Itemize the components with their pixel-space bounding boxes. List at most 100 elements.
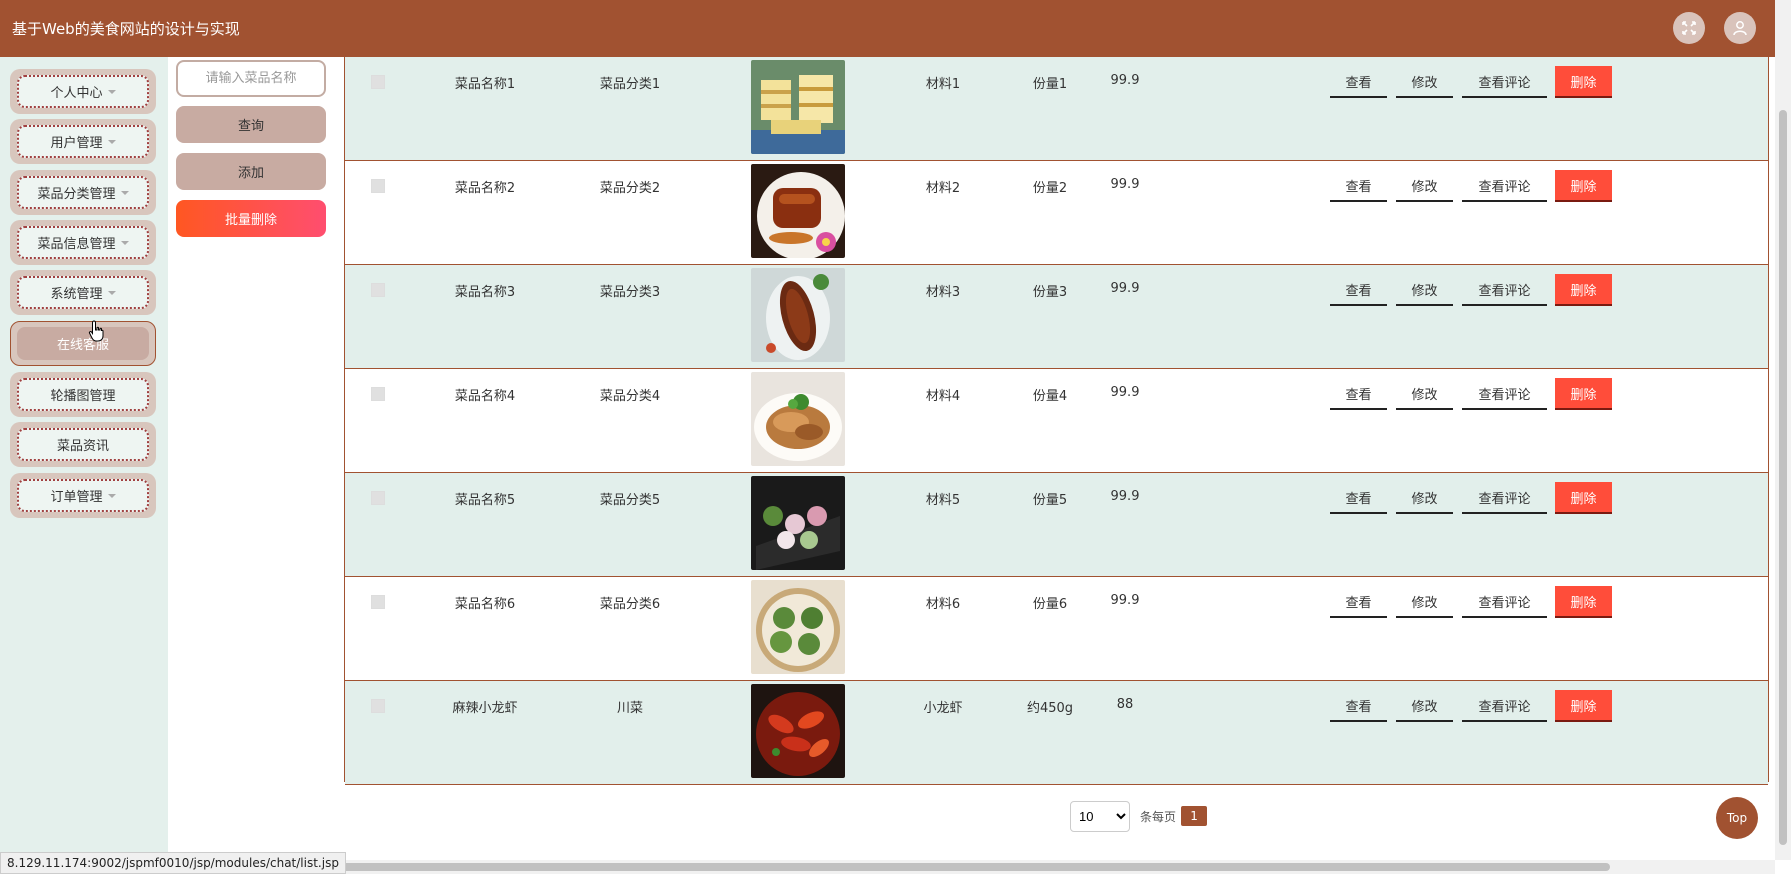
view-button[interactable]: 查看	[1330, 378, 1387, 410]
delete-button[interactable]: 删除	[1555, 274, 1612, 306]
dish-name: 麻辣小龙虾	[452, 701, 518, 716]
per-page-label: 条每页	[1140, 809, 1177, 824]
scrollbar-thumb[interactable]	[1779, 110, 1787, 845]
dish-price: 99.9	[1110, 489, 1140, 504]
sidebar-item-dish-category[interactable]: 菜品分类管理	[10, 170, 156, 215]
row-checkbox[interactable]	[371, 491, 385, 505]
fullscreen-icon[interactable]	[1673, 12, 1705, 44]
view-reviews-button[interactable]: 查看评论	[1462, 274, 1547, 306]
dish-material: 材料4	[925, 389, 961, 404]
dish-name: 菜品名称3	[454, 285, 516, 300]
status-bar-url: 8.129.11.174:9002/jspmf0010/jsp/modules/…	[0, 852, 346, 874]
add-button[interactable]: 添加	[176, 153, 326, 190]
dish-portion: 份量1	[1032, 77, 1068, 92]
sidebar-item-dish-info[interactable]: 菜品信息管理	[10, 220, 156, 265]
page-size-select[interactable]: 10	[1070, 800, 1130, 832]
caret-down-icon	[107, 493, 116, 498]
view-reviews-button[interactable]: 查看评论	[1462, 66, 1547, 98]
braised-pork-dish-image	[751, 164, 845, 258]
dish-category: 菜品分类4	[599, 389, 661, 404]
query-button[interactable]: 查询	[176, 106, 326, 143]
sidebar-item-label: 轮播图管理	[50, 389, 116, 404]
edit-button[interactable]: 修改	[1396, 378, 1453, 410]
view-button[interactable]: 查看	[1330, 690, 1387, 722]
dish-table: 菜品名称1 菜品分类1 材料1 份量1 99.9 查看 修改 查看评论 删除 菜…	[344, 57, 1769, 785]
view-button[interactable]: 查看	[1330, 274, 1387, 306]
sidebar-item-label: 菜品信息管理	[37, 237, 116, 252]
dish-price: 99.9	[1110, 73, 1140, 88]
sidebar-item-user-management[interactable]: 用户管理	[10, 119, 156, 164]
view-button[interactable]: 查看	[1330, 482, 1387, 514]
sidebar-item-personal-center[interactable]: 个人中心	[10, 69, 156, 114]
edit-button[interactable]: 修改	[1396, 170, 1453, 202]
row-checkbox[interactable]	[371, 179, 385, 193]
row-checkbox[interactable]	[371, 75, 385, 89]
delete-button[interactable]: 删除	[1555, 66, 1612, 98]
dish-material: 材料2	[925, 181, 961, 196]
row-checkbox[interactable]	[371, 595, 385, 609]
view-reviews-button[interactable]: 查看评论	[1462, 482, 1547, 514]
edit-button[interactable]: 修改	[1396, 586, 1453, 618]
sidebar-item-label: 菜品资讯	[56, 439, 109, 454]
dish-name: 菜品名称1	[454, 77, 516, 92]
table-row: 菜品名称6 菜品分类6 材料6 份量6 99.9 查看 修改 查看评论 删除	[345, 577, 1768, 681]
dish-category: 菜品分类6	[599, 597, 661, 612]
hand-cursor-icon	[88, 320, 106, 346]
dish-price: 99.9	[1110, 385, 1140, 400]
edit-button[interactable]: 修改	[1396, 482, 1453, 514]
edit-button[interactable]: 修改	[1396, 690, 1453, 722]
sidebar-item-system[interactable]: 系统管理	[10, 270, 156, 315]
batch-delete-button[interactable]: 批量删除	[176, 200, 326, 237]
table-row: 菜品名称5 菜品分类5 材料5 份量5 99.9 查看 修改 查看评论 删除	[345, 473, 1768, 577]
sidebar-item-orders[interactable]: 订单管理	[10, 473, 156, 518]
sidebar-item-label: 菜品分类管理	[37, 187, 116, 202]
dish-name: 菜品名称5	[454, 493, 516, 508]
view-reviews-button[interactable]: 查看评论	[1462, 378, 1547, 410]
vertical-scrollbar[interactable]	[1775, 0, 1791, 860]
sidebar-item-dish-news[interactable]: 菜品资讯	[10, 422, 156, 467]
dish-category: 菜品分类5	[599, 493, 661, 508]
braised-fish-dish-image	[751, 268, 845, 362]
delete-button[interactable]: 删除	[1555, 378, 1612, 410]
user-icon[interactable]	[1724, 12, 1756, 44]
table-row: 菜品名称1 菜品分类1 材料1 份量1 99.9 查看 修改 查看评论 删除	[345, 57, 1768, 161]
sidebar-item-label: 订单管理	[50, 490, 103, 505]
dish-name: 菜品名称6	[454, 597, 516, 612]
dish-material: 材料1	[925, 77, 961, 92]
view-button[interactable]: 查看	[1330, 170, 1387, 202]
view-reviews-button[interactable]: 查看评论	[1462, 586, 1547, 618]
view-reviews-button[interactable]: 查看评论	[1462, 170, 1547, 202]
row-checkbox[interactable]	[371, 387, 385, 401]
delete-button[interactable]: 删除	[1555, 170, 1612, 202]
sidebar-item-label: 系统管理	[50, 287, 103, 302]
dish-portion: 份量4	[1032, 389, 1068, 404]
delete-button[interactable]: 删除	[1555, 586, 1612, 618]
dish-price: 99.9	[1110, 593, 1140, 608]
dim-sum-plate-image	[751, 476, 845, 570]
sidebar-item-carousel[interactable]: 轮播图管理	[10, 372, 156, 417]
row-checkbox[interactable]	[371, 699, 385, 713]
layered-cake-dessert-image	[751, 60, 845, 154]
view-button[interactable]: 查看	[1330, 586, 1387, 618]
dish-portion: 份量2	[1032, 181, 1068, 196]
delete-button[interactable]: 删除	[1555, 690, 1612, 722]
dish-material: 小龙虾	[923, 701, 963, 716]
spicy-crayfish-image	[751, 684, 845, 778]
dish-material: 材料3	[925, 285, 961, 300]
dish-name-search-input[interactable]	[176, 60, 326, 97]
delete-button[interactable]: 删除	[1555, 482, 1612, 514]
view-reviews-button[interactable]: 查看评论	[1462, 690, 1547, 722]
page-number-current[interactable]: 1	[1181, 806, 1208, 826]
edit-button[interactable]: 修改	[1396, 66, 1453, 98]
dish-portion: 份量3	[1032, 285, 1068, 300]
back-to-top-button[interactable]: Top	[1716, 797, 1758, 839]
dish-category: 菜品分类3	[599, 285, 661, 300]
view-button[interactable]: 查看	[1330, 66, 1387, 98]
caret-down-icon	[107, 290, 116, 295]
sliced-meat-dish-image	[751, 372, 845, 466]
row-checkbox[interactable]	[371, 283, 385, 297]
dish-price: 88	[1116, 697, 1134, 712]
sidebar-item-online-service[interactable]: 在线客服	[10, 321, 156, 366]
caret-down-icon	[120, 240, 129, 245]
edit-button[interactable]: 修改	[1396, 274, 1453, 306]
